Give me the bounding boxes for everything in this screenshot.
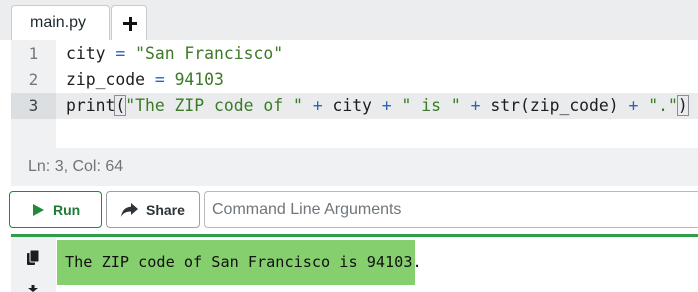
operator: +: [460, 96, 491, 115]
cursor-position: Ln: 3, Col: 64: [28, 158, 124, 175]
bracket-match: ): [676, 95, 689, 116]
play-icon: [33, 204, 44, 216]
share-button[interactable]: Share: [106, 191, 200, 228]
output-console[interactable]: The ZIP code of San Francisco is 94103.: [56, 237, 698, 292]
function-name: print: [66, 96, 116, 115]
output-sidebar: [11, 237, 56, 292]
editor-status-bar: Ln: 3, Col: 64: [11, 148, 698, 186]
run-button[interactable]: Run: [9, 191, 102, 228]
line-number: 1: [28, 44, 39, 63]
string-literal: ".": [648, 96, 678, 115]
operator: +: [371, 96, 402, 115]
identifier: zip_code: [66, 70, 145, 89]
string-literal: "San Francisco": [135, 44, 284, 63]
operator: =: [105, 44, 136, 63]
download-icon[interactable]: [28, 285, 38, 292]
bracket-match: (: [114, 95, 127, 116]
string-literal: " is ": [401, 96, 461, 115]
number-literal: 94103: [174, 70, 224, 89]
identifier: city: [332, 96, 372, 115]
line-number-gutter: 1 2 3: [11, 40, 56, 148]
share-button-label: Share: [146, 202, 185, 218]
string-literal: "The ZIP code of ": [125, 96, 303, 115]
editor-tab-bar: main.py: [0, 0, 698, 40]
function-call: str(zip_code): [490, 96, 619, 115]
run-button-label: Run: [53, 202, 81, 218]
add-file-button[interactable]: [111, 5, 147, 40]
operator: =: [144, 70, 175, 89]
output-panel: The ZIP code of San Francisco is 94103.: [0, 234, 698, 292]
code-line-3[interactable]: print("The ZIP code of " + city + " is "…: [66, 93, 689, 119]
code-editor[interactable]: 1 2 3 city = "San Francisco" zip_code = …: [11, 40, 698, 148]
code-line-2[interactable]: zip_code = 94103: [66, 67, 224, 93]
identifier: city: [66, 44, 106, 63]
line-number: 2: [28, 70, 39, 89]
output-line: The ZIP code of San Francisco is 94103.: [57, 240, 422, 285]
share-arrow-icon: [121, 203, 138, 217]
tab-main-py-label: main.py: [30, 14, 87, 31]
operator: +: [618, 96, 649, 115]
copy-icon[interactable]: [27, 250, 39, 265]
tab-main-py[interactable]: main.py: [11, 5, 110, 40]
line-number-active: 3: [11, 93, 56, 119]
command-line-arguments-input[interactable]: [204, 191, 698, 228]
code-line-1[interactable]: city = "San Francisco": [66, 41, 283, 67]
operator: +: [302, 96, 333, 115]
